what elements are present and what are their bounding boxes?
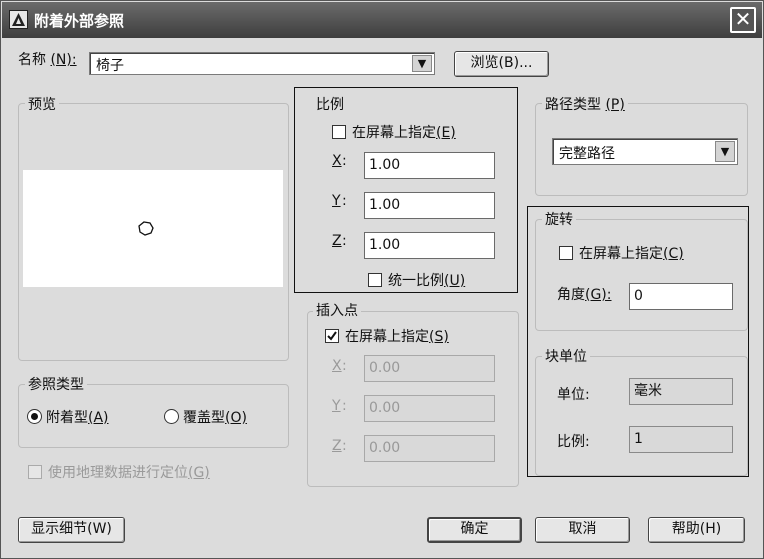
path-type-title: 路径类型 (P)	[542, 94, 628, 114]
reference-type-title: 参照类型	[25, 374, 87, 394]
scale-z-input[interactable]: 1.00	[364, 232, 495, 259]
insertion-x-colon: :	[342, 358, 347, 374]
scale-y-colon: :	[342, 193, 347, 209]
scale-highlight	[294, 87, 518, 293]
close-icon[interactable]: ✕	[730, 7, 756, 33]
show-details-button[interactable]: 显示细节(W)	[18, 517, 125, 543]
rotation-specify-label: 在屏幕上指定(C)	[579, 246, 684, 262]
insertion-specify-checkbox[interactable]	[325, 329, 339, 343]
path-type-combobox[interactable]: 完整路径 ▼	[552, 138, 738, 165]
rotation-specify-checkbox[interactable]	[559, 246, 573, 260]
insertion-z-label: Z	[332, 438, 342, 454]
scale-x-input[interactable]: 1.00	[364, 152, 495, 179]
path-type-value: 完整路径	[559, 146, 615, 162]
title-bar: 附着外部参照 ✕	[2, 2, 762, 38]
ok-button[interactable]: 确定	[427, 517, 522, 543]
insertion-specify-label: 在屏幕上指定(S)	[345, 329, 449, 345]
chevron-down-icon[interactable]: ▼	[715, 141, 735, 162]
insertion-x-input[interactable]: 0.00	[364, 355, 495, 382]
attach-xref-dialog: 附着外部参照 ✕ 名称 (N): 椅子 ▼ 浏览(B)... 预览 比例 在屏幕…	[0, 0, 764, 559]
preview-title: 预览	[25, 94, 59, 114]
insertion-y-input[interactable]: 0.00	[364, 395, 495, 422]
scale-y-label: Y	[332, 193, 341, 209]
check-icon	[327, 331, 337, 341]
preview-symbol-icon	[138, 221, 154, 236]
block-unit-title: 块单位	[542, 346, 590, 366]
insertion-y-label: Y	[332, 398, 341, 414]
dialog-title: 附着外部参照	[34, 12, 125, 30]
insertion-point-title: 插入点	[313, 300, 361, 320]
overlay-radio[interactable]	[164, 409, 179, 424]
scale-z-colon: :	[342, 233, 347, 249]
unit-value: 毫米	[629, 378, 733, 405]
block-scale-label: 比例:	[557, 434, 590, 450]
geo-locate-label: 使用地理数据进行定位(G)	[48, 465, 210, 481]
scale-x-colon: :	[342, 153, 347, 169]
scale-y-input[interactable]: 1.00	[364, 192, 495, 219]
scale-z-label: Z	[332, 233, 342, 249]
unit-label: 单位:	[557, 387, 590, 403]
attachment-label: 附着型(A)	[46, 410, 109, 426]
scale-title: 比例	[316, 97, 344, 113]
preview-canvas	[23, 170, 283, 287]
angle-label: 角度(G):	[557, 287, 612, 303]
insertion-x-label: X	[332, 358, 342, 374]
angle-input[interactable]: 0	[629, 283, 733, 310]
scale-x-label: X	[332, 153, 342, 169]
name-value: 椅子	[96, 58, 124, 74]
browse-button[interactable]: 浏览(B)...	[454, 51, 549, 77]
autocad-logo-icon	[9, 10, 28, 29]
rotation-group	[535, 219, 748, 331]
attachment-radio[interactable]	[27, 409, 42, 424]
overlay-label: 覆盖型(O)	[183, 410, 247, 426]
cancel-button[interactable]: 取消	[535, 517, 630, 543]
block-unit-group	[535, 356, 748, 476]
geo-locate-checkbox[interactable]	[28, 465, 42, 479]
chevron-down-icon[interactable]: ▼	[412, 55, 432, 72]
uniform-scale-checkbox[interactable]	[368, 273, 382, 287]
name-label: 名称 (N):	[18, 52, 77, 68]
insertion-z-input[interactable]: 0.00	[364, 435, 495, 462]
uniform-scale-label: 统一比例(U)	[388, 273, 466, 289]
scale-specify-label: 在屏幕上指定(E)	[352, 125, 456, 141]
help-button[interactable]: 帮助(H)	[648, 517, 745, 543]
insertion-z-colon: :	[342, 438, 347, 454]
block-scale-value: 1	[629, 426, 733, 453]
radio-selected-dot	[31, 413, 38, 420]
name-combobox[interactable]: 椅子 ▼	[89, 52, 435, 75]
scale-specify-checkbox[interactable]	[332, 125, 346, 139]
insertion-y-colon: :	[342, 398, 347, 414]
rotation-title: 旋转	[542, 209, 576, 229]
